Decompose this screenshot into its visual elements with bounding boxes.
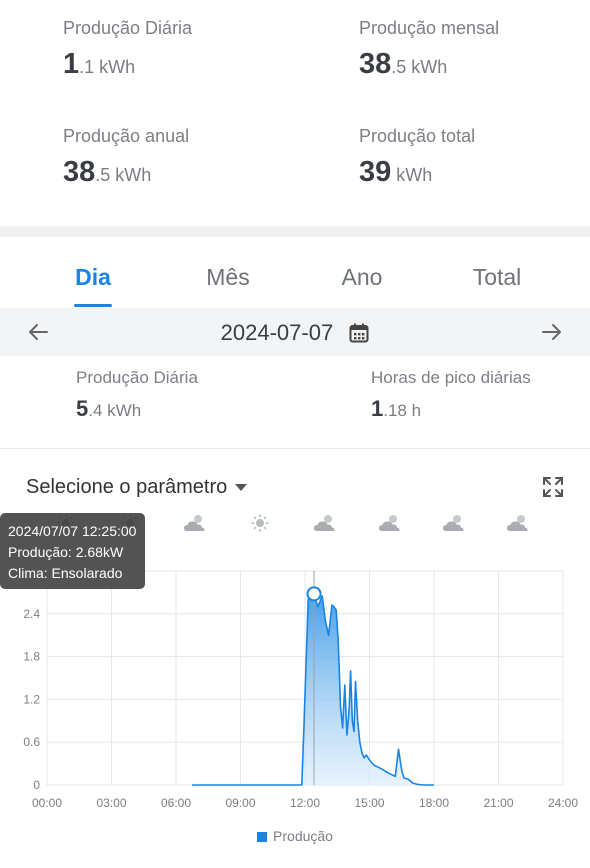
chart-tooltip: 2024/07/07 12:25:00 Produção: 2.68kW Cli… [0, 513, 145, 589]
active-tab-indicator [74, 304, 112, 307]
stat-value-rest: .18 h [383, 401, 422, 420]
partly-cloudy-icon [184, 515, 205, 531]
x-tick-label: 09:00 [225, 796, 255, 808]
stat-value-rest: .4 kWh [88, 401, 142, 420]
tab-year[interactable]: Ano [342, 264, 383, 291]
partly-cloudy-icon [379, 515, 400, 531]
tab-month[interactable]: Mês [206, 264, 249, 291]
stat-value-rest: kWh [391, 165, 433, 185]
date-navigator: 2024-07-07 [0, 308, 590, 356]
tooltip-time: 2024/07/07 12:25:00 [8, 523, 137, 539]
x-tick-label: 12:00 [290, 796, 320, 808]
stat-monthly-production: Produção mensal 38.5 kWh [359, 18, 499, 81]
sun-icon [251, 514, 269, 532]
period-tabs: Dia Mês Ano Total [0, 252, 590, 307]
partly-cloudy-icon [443, 515, 464, 531]
date-text: 2024-07-07 [220, 320, 334, 346]
y-tick-label: 0 [33, 778, 40, 792]
partly-cloudy-icon [314, 515, 335, 531]
stat-value-rest: .5 kWh [95, 165, 152, 185]
arrow-right-icon[interactable] [540, 320, 564, 344]
peak-hours-stat: Horas de pico diárias 1.18 h [371, 368, 531, 422]
x-tick-label: 06:00 [161, 796, 191, 808]
stat-label: Produção mensal [359, 18, 500, 38]
stat-label: Produção total [359, 126, 476, 146]
x-tick-label: 21:00 [483, 796, 513, 808]
partly-cloudy-icon [507, 515, 528, 531]
stat-value-int: 38 [359, 48, 392, 80]
stat-value-int: 5 [76, 396, 89, 421]
stat-value-rest: .5 kWh [391, 57, 448, 77]
stat-value-int: 1 [63, 48, 80, 80]
tooltip-weather: Clima: Ensolarado [8, 565, 123, 581]
tooltip-production: Produção: 2.68kW [8, 544, 124, 560]
parameter-select-label: Selecione o parâmetro [26, 476, 228, 498]
x-tick-label: 03:00 [96, 796, 126, 808]
summary-stats: Produção Diária 1.1 kWh Produção mensal … [0, 0, 590, 226]
date-display[interactable]: 2024-07-07 [0, 319, 590, 346]
stat-label: Produção Diária [63, 18, 193, 38]
stat-label: Produção Diária [76, 368, 198, 387]
section-divider [0, 226, 590, 237]
y-tick-label: 0.6 [23, 735, 40, 749]
stat-label: Horas de pico diárias [371, 368, 531, 387]
stat-value-int: 1 [371, 396, 384, 421]
section-divider [0, 448, 590, 449]
tab-day[interactable]: Dia [75, 264, 111, 291]
legend-swatch [257, 832, 268, 842]
stat-value-rest: .1 kWh [79, 57, 136, 77]
stat-annual-production: Produção anual 38.5 kWh [63, 126, 189, 189]
stat-total-production: Produção total 39 kWh [359, 126, 475, 189]
parameter-select[interactable]: Selecione o parâmetro [26, 476, 248, 499]
chart-legend[interactable]: Produção [0, 828, 590, 844]
stat-value-int: 39 [359, 156, 392, 188]
legend-label: Produção [273, 828, 333, 844]
tab-total[interactable]: Total [473, 264, 522, 291]
stat-daily-production: Produção Diária 1.1 kWh [63, 18, 192, 81]
highlight-point[interactable] [306, 586, 322, 602]
stat-value-int: 38 [63, 156, 96, 188]
x-tick-label: 18:00 [419, 796, 449, 808]
day-production-stat: Produção Diária 5.4 kWh [76, 368, 198, 422]
y-tick-label: 1.2 [23, 692, 40, 706]
stat-label: Produção anual [63, 126, 190, 146]
production-chart: 00:00 03:00 06:00 09:00 12:00 15:00 18:00 21:00… [23, 570, 578, 808]
y-tick-label: 2.4 [23, 607, 40, 621]
fullscreen-icon[interactable] [541, 475, 565, 499]
calendar-icon[interactable] [349, 323, 369, 343]
x-tick-label: 24:00 [548, 796, 578, 808]
x-tick-label: 00:00 [32, 796, 62, 808]
y-tick-label: 1.8 [23, 650, 40, 664]
x-tick-label: 15:00 [354, 796, 384, 808]
caret-down-icon [235, 484, 248, 492]
